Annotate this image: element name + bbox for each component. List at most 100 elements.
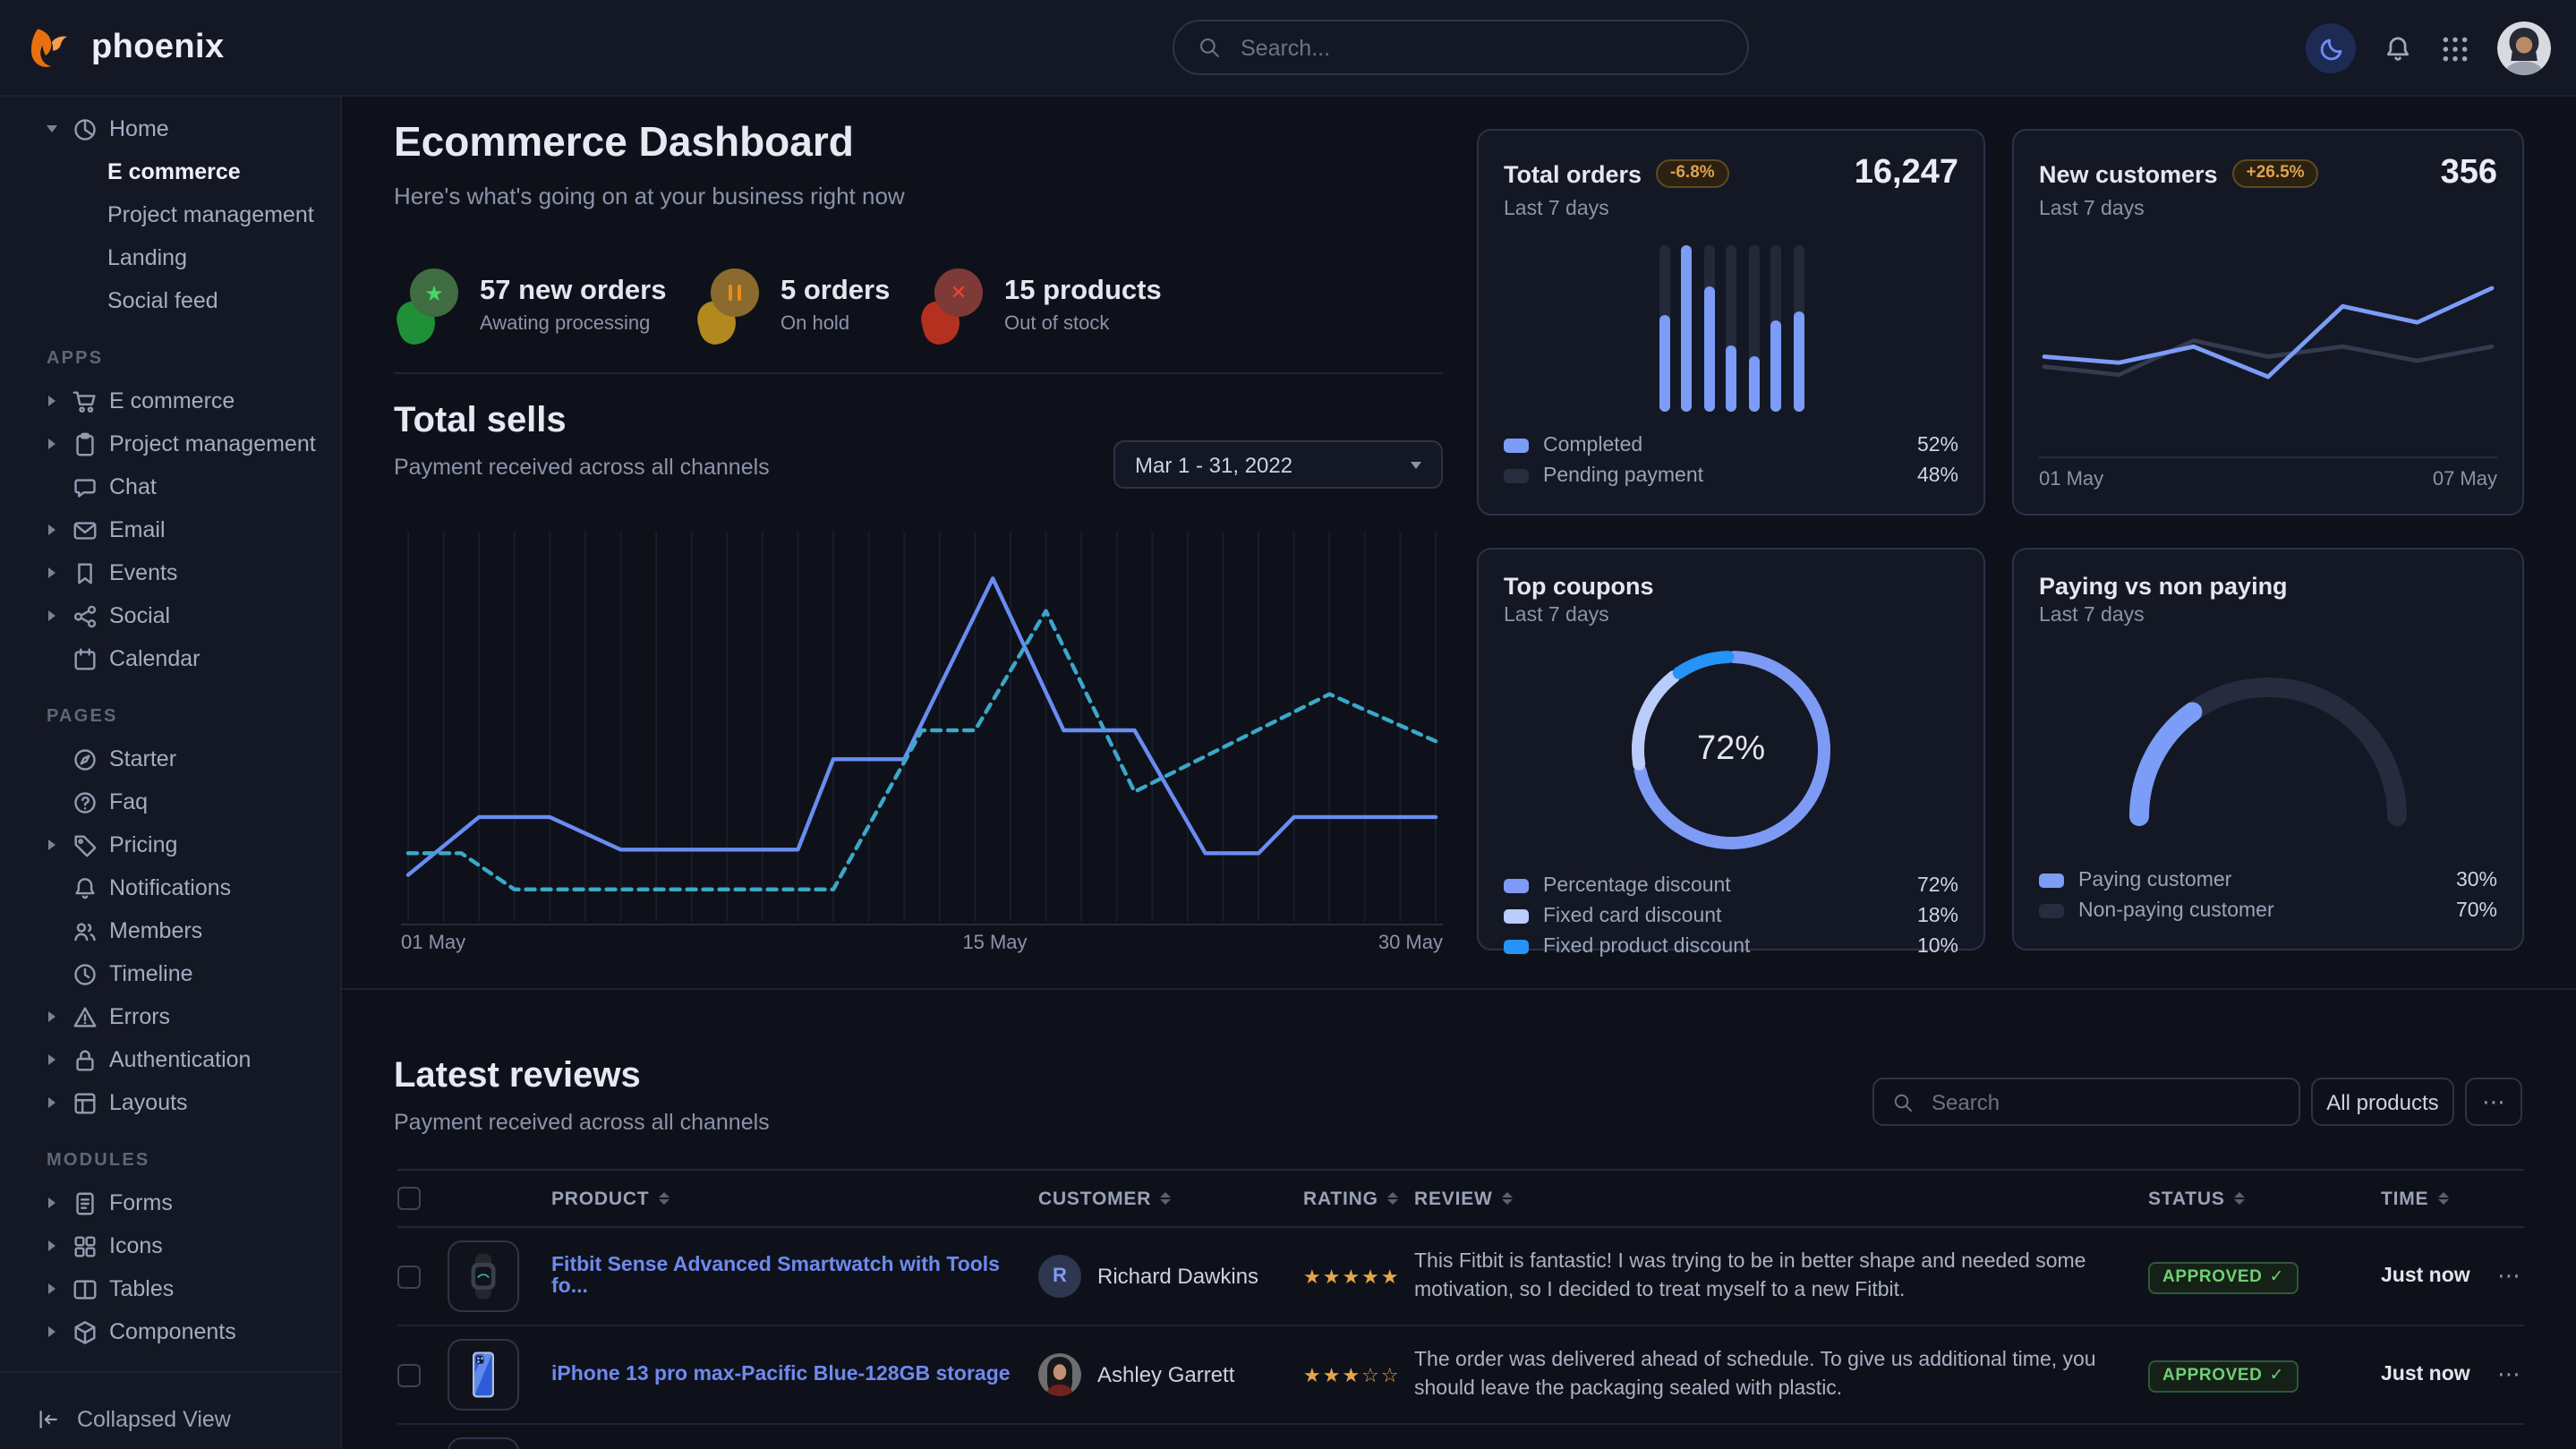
sidebar-item-home[interactable]: Home	[0, 107, 340, 150]
review-text: The order was delivered ahead of schedul…	[1414, 1346, 2148, 1403]
date-range-value: Mar 1 - 31, 2022	[1135, 452, 1292, 477]
sidebar-item-starter[interactable]: Starter	[0, 737, 340, 780]
clipboard-icon	[72, 430, 98, 457]
column-header-status[interactable]: STATUS	[2148, 1188, 2381, 1209]
row-actions-button[interactable]: ⋯	[2497, 1262, 2524, 1291]
total-sells-chart	[401, 528, 1443, 925]
sidebar-item-social[interactable]: Social	[0, 594, 340, 637]
column-header-review[interactable]: REVIEW	[1414, 1188, 2148, 1209]
sidebar-item-label: Errors	[109, 1004, 170, 1029]
product-link[interactable]: Fitbit Sense Advanced Smartwatch with To…	[551, 1255, 1038, 1298]
sidebar-item-pricing[interactable]: Pricing	[0, 823, 340, 866]
sort-icon	[2437, 1192, 2448, 1206]
check-icon: ✓	[2269, 1270, 2284, 1287]
legend-value: 72%	[1917, 874, 1958, 896]
row-checkbox[interactable]	[397, 1363, 421, 1386]
global-search	[1173, 20, 1749, 75]
sidebar-item-chat[interactable]: Chat	[0, 465, 340, 508]
legend-value: 18%	[1917, 905, 1958, 926]
reviews-search-input[interactable]	[1928, 1087, 2281, 1116]
column-header-customer[interactable]: CUSTOMER	[1038, 1188, 1303, 1209]
user-avatar-button[interactable]	[2497, 21, 2551, 75]
paying-legend: Paying customer 30% Non-paying customer …	[2039, 865, 2497, 925]
sidebar-item-e-commerce[interactable]: E commerce	[0, 379, 340, 422]
sidebar-subitem-social-feed[interactable]: Social feed	[0, 279, 340, 322]
sidebar-item-forms[interactable]: Forms	[0, 1181, 340, 1224]
column-header-product[interactable]: PRODUCT	[551, 1188, 1038, 1209]
delta-badge: -6.8%	[1656, 160, 1729, 188]
apps-grid-button[interactable]	[2440, 33, 2470, 64]
legend-label: Pending payment	[1543, 465, 1703, 486]
sidebar-subitem-project-management[interactable]: Project management	[0, 193, 340, 236]
legend-row-non-paying-customer: Non-paying customer 70%	[2039, 895, 2497, 925]
notifications-button[interactable]	[2383, 33, 2413, 64]
legend-label: Completed	[1543, 434, 1642, 456]
sidebar-item-faq[interactable]: Faq	[0, 780, 340, 823]
customer-cell: RRichard Dawkins	[1038, 1255, 1303, 1298]
sidebar-item-project-management[interactable]: Project management	[0, 422, 340, 465]
search-icon	[1892, 1091, 1914, 1112]
legend-label: Fixed product discount	[1543, 935, 1750, 957]
legend-label: Fixed card discount	[1543, 905, 1721, 926]
customer-cell: Ashley Garrett	[1038, 1353, 1303, 1396]
global-search-input[interactable]	[1237, 33, 1724, 62]
app: phoenix	[0, 0, 2576, 1449]
legend-row-pending-payment: Pending payment 48%	[1504, 460, 1958, 490]
sidebar-item-notifications[interactable]: Notifications	[0, 866, 340, 909]
sidebar-item-label: Pricing	[109, 832, 177, 857]
sidebar-item-label: Starter	[109, 746, 176, 771]
sidebar-section-label-modules: MODULES	[0, 1147, 340, 1174]
column-header-rating[interactable]: RATING	[1303, 1188, 1414, 1209]
sidebar-item-label: Tables	[109, 1276, 174, 1301]
sidebar-item-label: E commerce	[109, 388, 235, 413]
sidebar-subitem-e-commerce[interactable]: E commerce	[0, 150, 340, 193]
collapse-icon	[36, 1407, 61, 1432]
sidebar-item-events[interactable]: Events	[0, 551, 340, 594]
total-orders-legend: Completed 52% Pending payment 48%	[1504, 430, 1958, 490]
lock-icon	[72, 1046, 98, 1073]
date-range-select[interactable]: Mar 1 - 31, 2022	[1113, 440, 1443, 489]
bar	[1793, 245, 1804, 412]
sidebar-item-authentication[interactable]: Authentication	[0, 1038, 340, 1081]
latest-reviews-subtitle: Payment received across all channels	[394, 1110, 770, 1135]
page-title: Ecommerce Dashboard	[394, 118, 854, 166]
sidebar-item-icons[interactable]: Icons	[0, 1224, 340, 1267]
compass-icon	[72, 746, 98, 772]
reviews-more-button[interactable]: ⋯	[2465, 1078, 2522, 1126]
delta-badge: +26.5%	[2232, 160, 2319, 188]
sidebar-item-components[interactable]: Components	[0, 1310, 340, 1353]
row-checkbox[interactable]	[397, 1265, 421, 1288]
column-header-time[interactable]: TIME	[2381, 1188, 2497, 1209]
sidebar-item-calendar[interactable]: Calendar	[0, 637, 340, 680]
bar	[1681, 245, 1692, 412]
theme-toggle-button[interactable]	[2306, 23, 2356, 73]
sidebar-item-tables[interactable]: Tables	[0, 1267, 340, 1310]
total-sells-title: Total sells	[394, 401, 567, 442]
all-products-filter-button[interactable]: All products	[2311, 1078, 2454, 1126]
collapse-sidebar-button[interactable]: Collapsed View	[0, 1389, 340, 1449]
phoenix-logo[interactable]: phoenix	[29, 24, 225, 71]
sidebar-item-errors[interactable]: Errors	[0, 995, 340, 1038]
sidebar-subitem-landing[interactable]: Landing	[0, 236, 340, 279]
bell-icon	[72, 874, 98, 901]
row-actions-button[interactable]: ⋯	[2497, 1360, 2524, 1389]
page-subtitle: Here's what's going on at your business …	[394, 183, 905, 209]
bar	[1703, 245, 1714, 412]
reviews-table-header: PRODUCTCUSTOMERRATINGREVIEWSTATUSTIME	[397, 1169, 2524, 1228]
legend-label: Non-paying customer	[2078, 899, 2274, 921]
stat-awating-processing: ★ 57 new orders Awating processing	[397, 268, 667, 344]
sidebar-item-members[interactable]: Members	[0, 909, 340, 952]
select-all-checkbox[interactable]	[397, 1187, 421, 1210]
pause-icon	[729, 277, 742, 309]
product-link[interactable]: iPhone 13 pro max-Pacific Blue-128GB sto…	[551, 1364, 1038, 1385]
sidebar-item-email[interactable]: Email	[0, 508, 340, 551]
legend-value: 30%	[2456, 869, 2497, 891]
table-row: iPhone 13 pro max-Pacific Blue-128GB sto…	[397, 1326, 2524, 1425]
legend-swatch	[2039, 873, 2064, 887]
top-coupons-legend: Percentage discount 72% Fixed card disco…	[1504, 870, 1958, 961]
brand-name: phoenix	[91, 28, 225, 67]
topbar: phoenix	[0, 0, 2576, 97]
sidebar-item-timeline[interactable]: Timeline	[0, 952, 340, 995]
x-icon: ✕	[951, 281, 967, 304]
sidebar-item-layouts[interactable]: Layouts	[0, 1081, 340, 1124]
